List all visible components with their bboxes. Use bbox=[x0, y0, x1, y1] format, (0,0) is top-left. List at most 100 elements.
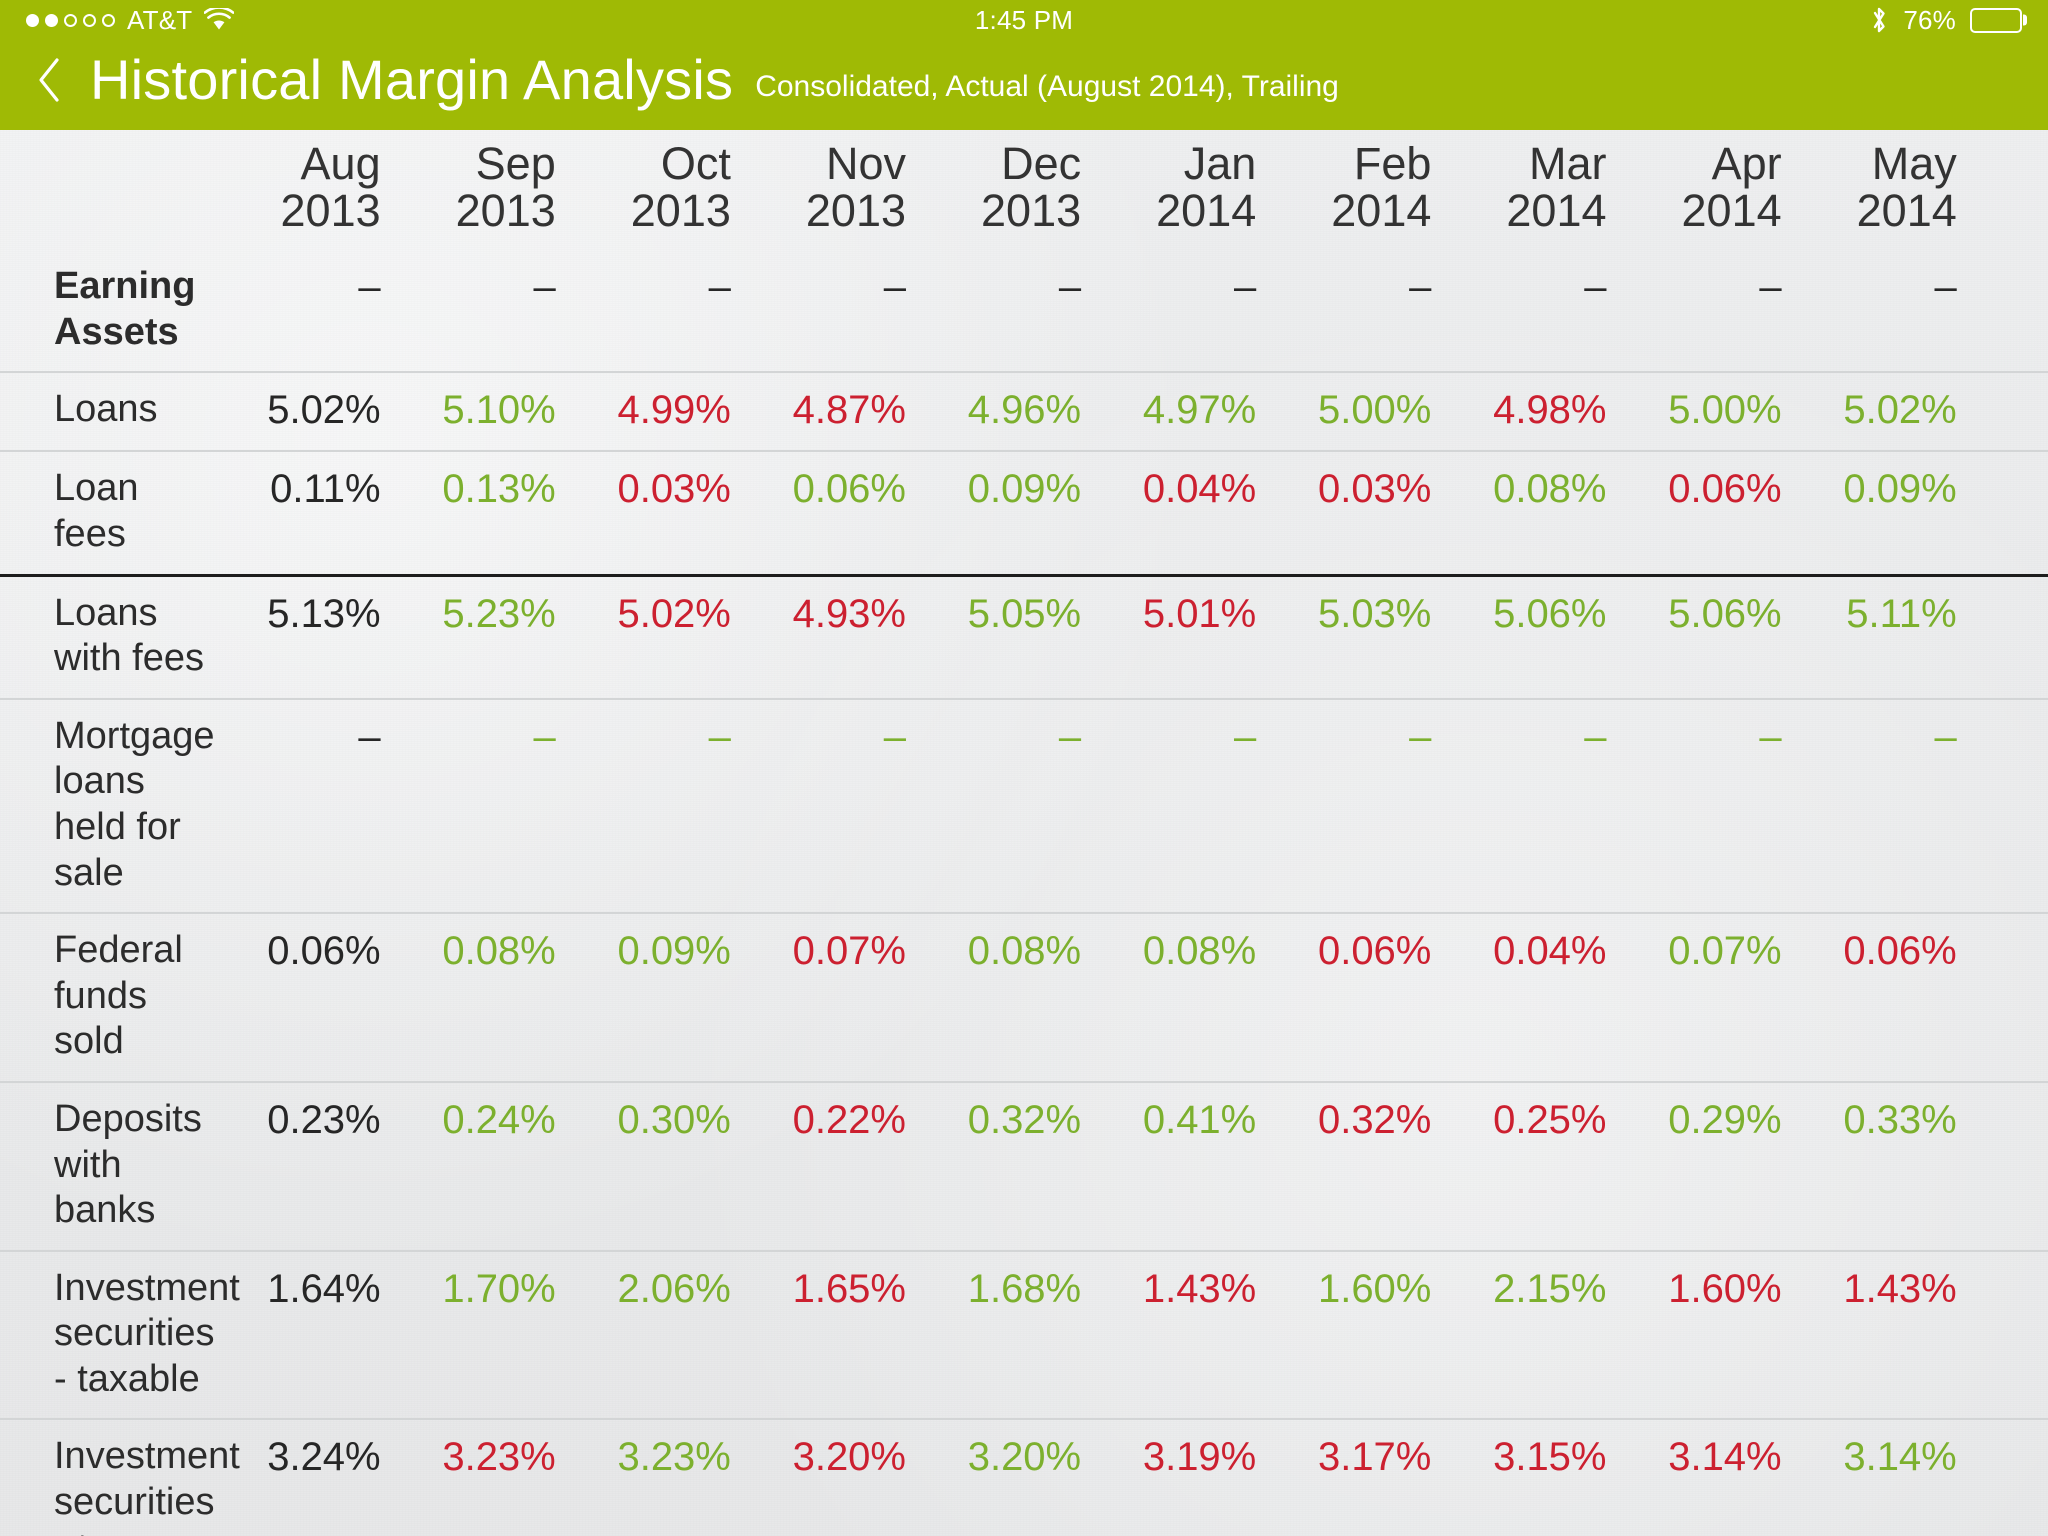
table-row[interactable]: Earning Assets – – – – – – – – – – bbox=[0, 250, 2048, 372]
cell-value: 0.13% bbox=[442, 467, 556, 512]
table-row[interactable]: Loan fees 0.11% 0.13% 0.03% 0.06% 0.09% 0.04% 0… bbox=[0, 450, 2048, 576]
cell-value: 0.08% bbox=[1493, 467, 1607, 512]
row-label: Loan fees bbox=[0, 450, 234, 576]
table-cell: 0.11% bbox=[233, 450, 409, 576]
row-label: Loans bbox=[0, 371, 234, 452]
column-header-may-2014[interactable]: May 2014 bbox=[1810, 130, 1985, 250]
back-button[interactable] bbox=[22, 45, 76, 115]
bluetooth-icon bbox=[1869, 5, 1889, 35]
table-row[interactable]: Loans with fees 5.13% 5.23% 5.02% 4.93% 5.05%… bbox=[0, 573, 2048, 699]
table-cell: 0.09% bbox=[1809, 450, 1985, 576]
column-header-oct-2013[interactable]: Oct 2013 bbox=[584, 130, 759, 250]
column-header-sep-2013[interactable]: Sep 2013 bbox=[409, 130, 584, 250]
table-cell: 0.06% bbox=[1634, 450, 1810, 576]
cell-value: – bbox=[1934, 265, 1957, 309]
table-row[interactable]: Loans 5.02% 5.10% 4.99% 4.87% 4.96% 4.97% 5.00%… bbox=[0, 371, 2048, 452]
column-header-jan-2014[interactable]: Jan 2014 bbox=[1109, 130, 1284, 250]
table-cell: 0.04% bbox=[1459, 912, 1635, 1082]
table-cell: – bbox=[409, 250, 584, 372]
cell-value: 0.06% bbox=[1843, 929, 1957, 974]
table-cell: 4.93% bbox=[758, 573, 934, 699]
chevron-left-icon bbox=[35, 56, 63, 104]
column-header-dec-2013[interactable]: Dec 2013 bbox=[934, 130, 1109, 250]
table-cell: 5.00% bbox=[1634, 371, 1810, 452]
table-cell: – bbox=[1459, 250, 1634, 372]
table-cell: 3.20% bbox=[934, 1418, 1110, 1536]
data-sheet[interactable]: Aug 2013 Sep 2013 Oct 2013 Nov 2013 Dec 2013… bbox=[0, 130, 2048, 1536]
table-cell: 5.01% bbox=[1109, 573, 1285, 699]
table-row[interactable]: Deposits with banks 0.23% 0.24% 0.30% 0.22% 0… bbox=[0, 1080, 2048, 1251]
cell-value: 5.06% bbox=[1493, 591, 1607, 636]
column-header-nov-2013[interactable]: Nov 2013 bbox=[759, 130, 934, 250]
cell-value: – bbox=[1058, 714, 1082, 759]
cell-value: 0.09% bbox=[617, 929, 731, 974]
table-head: Aug 2013 Sep 2013 Oct 2013 Nov 2013 Dec 2013… bbox=[0, 130, 2048, 250]
column-header-mar-2014[interactable]: Mar 2014 bbox=[1459, 130, 1634, 250]
table-cell: – bbox=[233, 697, 409, 914]
cell-value: 0.08% bbox=[442, 929, 556, 974]
cell-value: 4.99% bbox=[617, 388, 731, 433]
table-cell: – bbox=[1109, 697, 1285, 914]
cell-value: 5.10% bbox=[442, 388, 556, 433]
table-cell: 0.06% bbox=[1284, 912, 1460, 1082]
cell-value: – bbox=[883, 265, 906, 309]
cell-value: 0.08% bbox=[1142, 929, 1257, 974]
table-cell: 0.09% bbox=[934, 450, 1110, 576]
table-corner-header bbox=[0, 130, 234, 250]
cell-value: 4.93% bbox=[792, 591, 906, 636]
cell-value: – bbox=[533, 265, 556, 309]
table-cell: 3.15% bbox=[1459, 1418, 1635, 1536]
cell-value: – bbox=[708, 265, 731, 309]
cell-value: – bbox=[1759, 265, 1782, 309]
cell-value: 1.43% bbox=[1843, 1266, 1957, 1311]
cell-value: – bbox=[883, 714, 906, 759]
column-header-aug-2013[interactable]: Aug 2013 bbox=[234, 130, 409, 250]
cell-value: 5.02% bbox=[617, 591, 731, 636]
cell-value: 5.11% bbox=[1846, 591, 1957, 636]
cell-value: – bbox=[533, 714, 556, 759]
table-cell: 2.06% bbox=[583, 1249, 759, 1420]
table-cell: – bbox=[759, 250, 934, 372]
app-root: AT&T 1:45 PM 76% Historical Margin Analy… bbox=[0, 0, 2048, 1536]
table-cell: 3.20% bbox=[758, 1418, 934, 1536]
table-cell: 1.43% bbox=[1109, 1249, 1285, 1420]
table-cell: 2.0 bbox=[1984, 1249, 2048, 1420]
table-cell: 0.09% bbox=[583, 912, 759, 1082]
cell-value: 3.15% bbox=[1493, 1435, 1607, 1480]
cell-value: 5.00% bbox=[1668, 388, 1782, 433]
column-header-apr-2014[interactable]: Apr 2014 bbox=[1635, 130, 1810, 250]
table-cell: 0.1 bbox=[1984, 450, 2048, 576]
cell-value: 0.11% bbox=[270, 467, 381, 512]
table-cell: 0.2 bbox=[1984, 1080, 2048, 1251]
cell-value: 1.70% bbox=[442, 1266, 556, 1311]
cell-value: 5.23% bbox=[442, 591, 556, 636]
table-cell: 0.08% bbox=[408, 912, 584, 1082]
table-row[interactable]: Investment securities - tax-exempt 3.24% 3… bbox=[0, 1418, 2048, 1536]
table-row[interactable]: Investment securities - taxable 1.64% 1.70… bbox=[0, 1249, 2048, 1420]
table-cell: 0.08% bbox=[1459, 450, 1635, 576]
table-cell: 3.23% bbox=[408, 1418, 584, 1536]
cell-value: 2.06% bbox=[617, 1266, 731, 1311]
cell-value: 0.07% bbox=[1668, 929, 1782, 974]
cell-value: 0.07% bbox=[792, 929, 906, 974]
table-cell: 4.98% bbox=[1459, 371, 1635, 452]
cell-value: – bbox=[1759, 714, 1782, 759]
table-cell: 0.29% bbox=[1634, 1080, 1810, 1251]
cell-value: – bbox=[1234, 265, 1257, 309]
table-cell: 3.14% bbox=[1809, 1418, 1985, 1536]
cell-value: – bbox=[1584, 714, 1607, 759]
cell-value: – bbox=[1409, 265, 1432, 309]
table-cell: 0.07% bbox=[758, 912, 934, 1082]
table-cell: 5.03% bbox=[1284, 573, 1460, 699]
table-cell: 0.22% bbox=[758, 1080, 934, 1251]
table-cell: – bbox=[1810, 250, 1985, 372]
table-cell: – bbox=[1635, 250, 1810, 372]
table-row[interactable]: Federal funds sold 0.06% 0.08% 0.09% 0.07% 0.… bbox=[0, 912, 2048, 1082]
column-header-feb-2014[interactable]: Feb 2014 bbox=[1284, 130, 1459, 250]
cell-value: 1.64% bbox=[267, 1266, 381, 1311]
cell-value: 3.19% bbox=[1142, 1435, 1257, 1480]
table-cell: – bbox=[1109, 250, 1284, 372]
column-header-j-20[interactable]: J 20 bbox=[1985, 130, 2048, 250]
table-row[interactable]: Mortgage loans held for sale – – – – – – – – – – bbox=[0, 697, 2048, 914]
cell-value: 3.24% bbox=[267, 1435, 381, 1480]
